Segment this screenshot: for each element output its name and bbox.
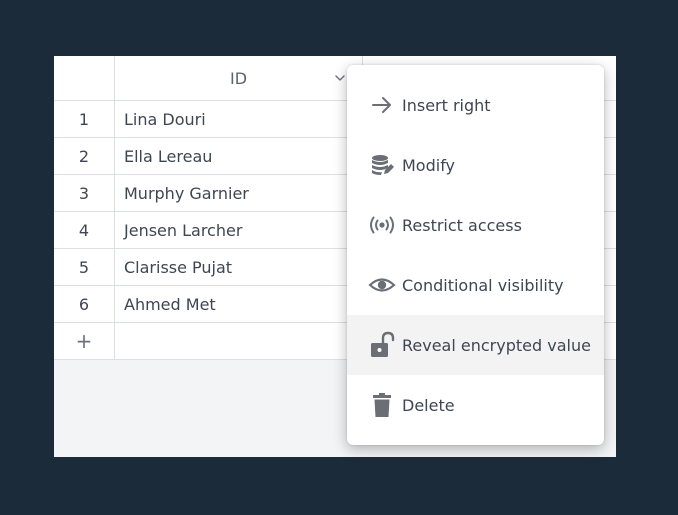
menu-item-label: Insert right xyxy=(402,95,491,115)
menu-item-insert-right[interactable]: Insert right xyxy=(347,75,604,135)
menu-item-label: Modify xyxy=(402,155,456,175)
chevron-down-icon[interactable] xyxy=(334,72,346,84)
cell-empty[interactable] xyxy=(115,323,363,359)
menu-item-conditional-visibility[interactable]: Conditional visibility xyxy=(347,255,604,315)
menu-item-modify[interactable]: Modify xyxy=(347,135,604,195)
menu-item-label: Conditional visibility xyxy=(402,275,564,295)
row-number: 6 xyxy=(54,286,115,322)
cell-name[interactable]: Lina Douri xyxy=(115,101,363,137)
unlock-icon xyxy=(368,331,396,359)
trash-icon xyxy=(368,391,396,419)
row-number: 2 xyxy=(54,138,115,174)
menu-item-delete[interactable]: Delete xyxy=(347,375,604,435)
menu-item-label: Delete xyxy=(402,395,455,415)
menu-item-label: Restrict access xyxy=(402,215,522,235)
database-edit-icon xyxy=(368,151,396,179)
column-header-id[interactable]: ID xyxy=(115,56,363,100)
cell-name[interactable]: Clarisse Pujat xyxy=(115,249,363,285)
broadcast-icon xyxy=(368,211,396,239)
add-row-button[interactable]: + xyxy=(54,323,115,359)
arrow-right-icon xyxy=(368,91,396,119)
row-number: 4 xyxy=(54,212,115,248)
cell-name[interactable]: Jensen Larcher xyxy=(115,212,363,248)
menu-item-label: Reveal encrypted value xyxy=(402,335,591,355)
cell-name[interactable]: Ahmed Met xyxy=(115,286,363,322)
cell-name[interactable]: Murphy Garnier xyxy=(115,175,363,211)
column-context-menu: Insert right Modify Restrict access Cond… xyxy=(347,65,604,445)
row-number: 1 xyxy=(54,101,115,137)
row-number: 5 xyxy=(54,249,115,285)
menu-item-restrict-access[interactable]: Restrict access xyxy=(347,195,604,255)
cell-name[interactable]: Ella Lereau xyxy=(115,138,363,174)
row-number: 3 xyxy=(54,175,115,211)
column-header-label: ID xyxy=(229,68,248,88)
menu-item-reveal-encrypted-value[interactable]: Reveal encrypted value xyxy=(347,315,604,375)
row-number-header xyxy=(54,56,115,100)
eye-icon xyxy=(368,271,396,299)
